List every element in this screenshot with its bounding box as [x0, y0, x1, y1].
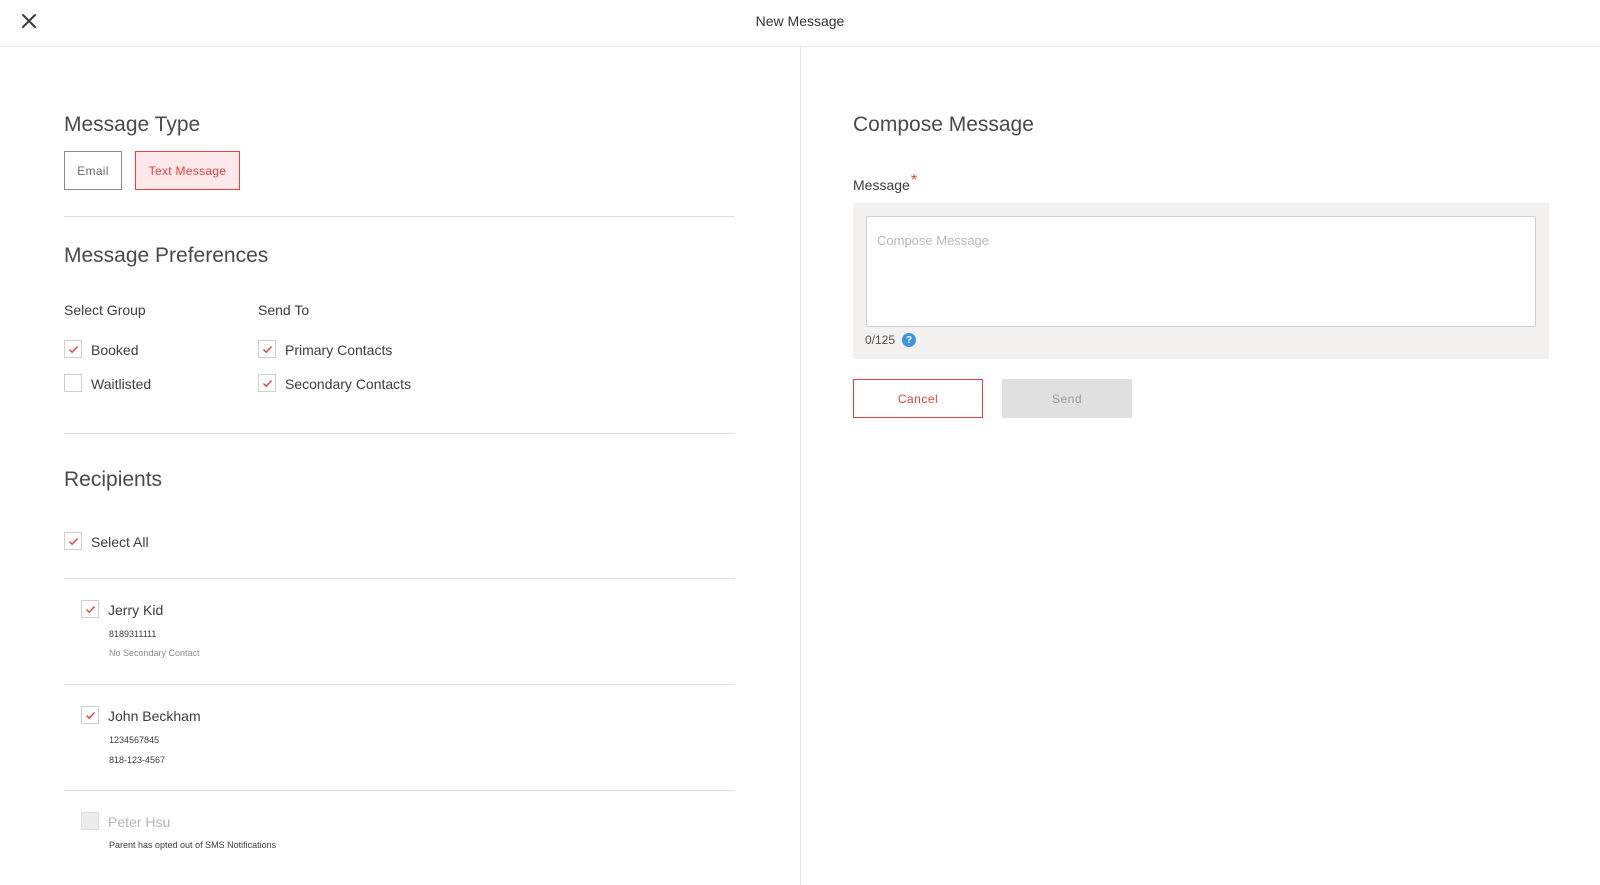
character-counter: 0/125	[865, 333, 896, 347]
select-all-checkbox[interactable]	[64, 532, 82, 550]
recipient-checkbox-john-beckham[interactable]	[81, 706, 99, 724]
compose-message-title: Compose Message	[853, 113, 1034, 136]
email-type-button[interactable]: Email	[64, 151, 122, 190]
page-title: New Message	[755, 13, 845, 29]
text-message-type-button[interactable]: Text Message	[135, 151, 240, 190]
check-icon	[69, 346, 79, 354]
primary-contacts-checkbox[interactable]	[258, 340, 276, 358]
check-icon	[69, 538, 79, 546]
booked-checkbox[interactable]	[64, 340, 82, 358]
top-bar: New Message	[0, 0, 1600, 47]
primary-contacts-label: Primary Contacts	[285, 342, 393, 358]
divider	[64, 684, 735, 685]
waitlisted-checkbox[interactable]	[64, 374, 82, 392]
recipient-name: John Beckham	[108, 708, 201, 724]
divider	[64, 790, 735, 791]
recipient-checkbox-peter-hsu	[81, 812, 99, 830]
recipients-title: Recipients	[64, 468, 163, 491]
check-icon	[86, 712, 96, 720]
required-marker: *	[910, 172, 918, 189]
divider	[64, 216, 735, 217]
divider	[64, 433, 735, 434]
message-preferences-title: Message Preferences	[64, 244, 269, 267]
send-to-label: Send To	[258, 302, 310, 318]
recipient-secondary-contact: 818-123-4567	[109, 755, 166, 765]
send-button[interactable]: Send	[1002, 379, 1132, 418]
secondary-contacts-checkbox[interactable]	[258, 374, 276, 392]
recipient-name: Jerry Kid	[108, 602, 164, 618]
divider	[64, 578, 735, 579]
check-icon	[86, 606, 96, 614]
waitlisted-label: Waitlisted	[91, 376, 152, 392]
message-type-title: Message Type	[64, 113, 201, 136]
recipient-checkbox-jerry-kid[interactable]	[81, 600, 99, 618]
recipient-opt-out-note: Parent has opted out of SMS Notification…	[109, 840, 277, 850]
message-label-text: Message	[853, 177, 910, 193]
cancel-button[interactable]: Cancel	[853, 379, 983, 418]
message-label: Message*	[853, 172, 917, 195]
recipient-primary-contact: 8189311111	[109, 629, 157, 639]
select-group-label: Select Group	[64, 302, 146, 318]
recipient-primary-contact: 1234567845	[109, 735, 160, 745]
booked-label: Booked	[91, 342, 139, 358]
help-icon[interactable]: ?	[902, 333, 916, 347]
panel-divider	[800, 47, 801, 885]
select-all-label: Select All	[91, 534, 149, 550]
check-icon	[263, 346, 273, 354]
recipient-name: Peter Hsu	[108, 814, 171, 830]
recipient-secondary-contact: No Secondary Contact	[109, 648, 200, 658]
secondary-contacts-label: Secondary Contacts	[285, 376, 412, 392]
message-textarea[interactable]	[866, 216, 1536, 327]
check-icon	[263, 380, 273, 388]
